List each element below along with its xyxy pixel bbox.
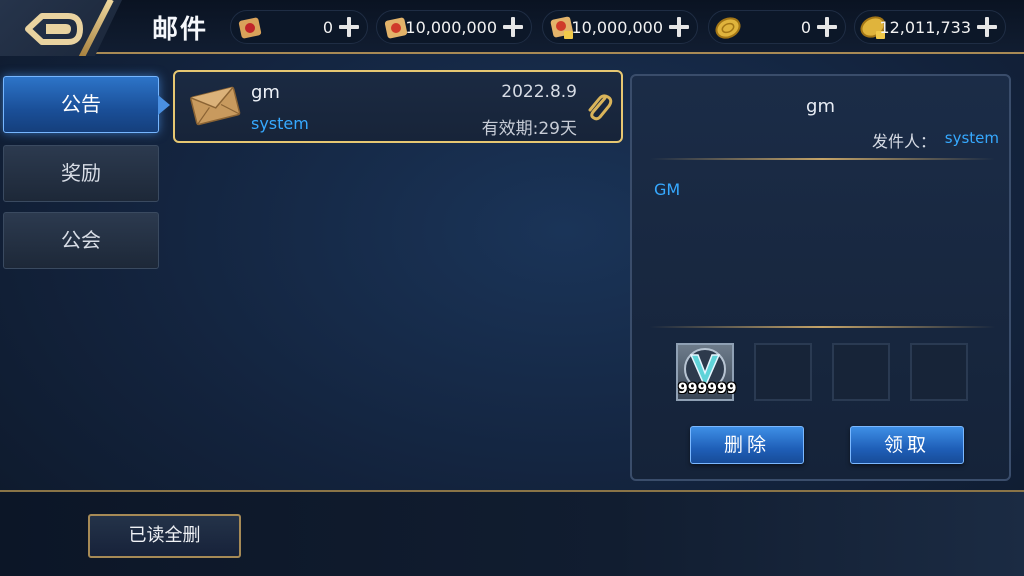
mail-subject: gm xyxy=(251,82,280,103)
divider xyxy=(650,326,995,328)
gold-coin-icon xyxy=(715,17,741,39)
resource-locked-scroll: 10,000,000 xyxy=(542,10,698,44)
resource-gold-coin: 0 xyxy=(708,10,846,44)
mail-list-item[interactable]: gm system 2022.8.9 有效期:29天 xyxy=(173,70,623,143)
delete-all-read-button[interactable]: 已读全删 xyxy=(88,514,241,558)
back-button[interactable] xyxy=(0,0,122,56)
claim-button[interactable]: 领取 xyxy=(850,426,964,464)
bottom-bar: 已读全删 xyxy=(0,490,1024,576)
attachment-slot xyxy=(910,343,968,401)
detail-body: GM xyxy=(654,180,681,199)
resource-gold-scroll: 10,000,000 xyxy=(376,10,532,44)
tab-announcement[interactable]: 公告 xyxy=(3,76,170,133)
top-bar: 邮件 0 10,000,000 10,000,000 0 12,011,733 xyxy=(0,0,1024,56)
mail-expiry: 有效期:29天 xyxy=(481,119,577,139)
resource-value: 0 xyxy=(322,18,333,37)
resource-value: 12,011,733 xyxy=(879,18,971,37)
page-title: 邮件 xyxy=(152,15,209,45)
detail-subject: gm xyxy=(806,96,835,117)
add-resource-button[interactable] xyxy=(975,15,999,39)
tab-label: 公告 xyxy=(61,92,101,116)
tab-label: 公会 xyxy=(61,228,101,252)
add-resource-button[interactable] xyxy=(337,15,361,39)
resource-value: 10,000,000 xyxy=(571,18,663,37)
detail-sender: system xyxy=(944,129,999,147)
mail-sender: system xyxy=(251,114,309,133)
paperclip-icon xyxy=(588,94,613,121)
attachment-slot[interactable]: 999999 xyxy=(676,343,737,401)
resource-value: 10,000,000 xyxy=(405,18,497,37)
divider xyxy=(650,158,995,160)
resource-locked-coin: 12,011,733 xyxy=(854,10,1006,44)
add-resource-button[interactable] xyxy=(667,15,691,39)
attachment-slot xyxy=(832,343,890,401)
resource-red-scroll: 0 xyxy=(230,10,368,44)
delete-button[interactable]: 删除 xyxy=(690,426,804,464)
scroll-red-icon xyxy=(238,17,262,39)
back-arrow-icon xyxy=(25,13,83,45)
envelope-icon xyxy=(190,86,241,126)
mail-detail-panel: gm 发件人： system GM 999999 删除 领取 xyxy=(630,74,1011,481)
detail-from-label: 发件人： xyxy=(872,132,937,151)
attachment-slot xyxy=(754,343,812,401)
add-resource-button[interactable] xyxy=(501,15,525,39)
resource-value: 0 xyxy=(800,18,811,37)
tab-guild[interactable]: 公会 xyxy=(3,212,159,269)
tab-label: 奖励 xyxy=(61,161,101,185)
active-tab-arrow-icon xyxy=(158,95,170,115)
tab-reward[interactable]: 奖励 xyxy=(3,145,159,202)
add-resource-button[interactable] xyxy=(815,15,839,39)
attachment-quantity: 999999 xyxy=(678,381,737,397)
mail-date: 2022.8.9 xyxy=(501,82,577,102)
